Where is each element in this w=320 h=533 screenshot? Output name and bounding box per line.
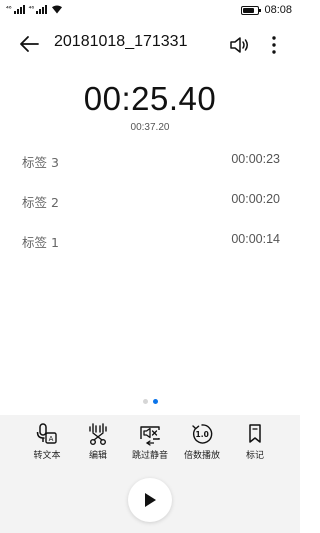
status-right: 08:08 [241,4,292,16]
toolbar: A 转文本 编辑 跳过静音 1.0 倍数播放 标记 [0,421,300,471]
bookmark-icon [249,424,261,443]
page-dot-active[interactable] [152,399,158,404]
signal-strength-icon [13,4,25,14]
signal-strength-icon-2 [36,4,48,14]
page-dot[interactable] [142,399,148,404]
speaker-button[interactable] [228,35,250,55]
toolbar-label: 标记 [245,451,264,461]
status-signals: ⁴⁶ ⁴⁶ [6,4,63,14]
scissors-edit-icon [89,423,107,446]
toolbar-label: 倍数播放 [183,451,220,461]
mark-time: 00:00:14 [231,232,280,246]
speech-to-text-button[interactable]: A 转文本 [19,421,75,461]
mark-time: 00:00:23 [231,152,280,166]
bookmark-button[interactable]: 标记 [227,421,283,461]
mark-time: 00:00:20 [231,192,280,206]
toolbar-label: 跳过静音 [131,451,168,461]
svg-text:A: A [49,435,54,443]
total-duration: 00:37.20 [130,122,170,133]
status-bar: ⁴⁶ ⁴⁶ 08:08 [0,0,300,22]
current-playback-time: 00:25.40 [83,80,217,117]
wifi-icon [52,5,63,14]
network-type-label: ⁴⁶ [6,5,12,13]
mark-row[interactable]: 标签 1 00:00:14 [0,226,300,266]
more-vertical-icon [272,36,276,54]
arrow-left-icon [20,36,39,52]
marks-list: 标签 3 00:00:23 标签 2 00:00:20 标签 1 00:00:1… [0,146,300,266]
speech-to-text-icon: A [36,423,57,444]
mark-row[interactable]: 标签 2 00:00:20 [0,186,300,226]
network-type-label-2: ⁴⁶ [28,5,35,13]
page-indicator [0,399,300,404]
battery-icon [241,5,262,15]
mark-row[interactable]: 标签 3 00:00:23 [0,146,300,186]
svg-text:1.0: 1.0 [196,430,209,439]
toolbar-label: 转文本 [33,451,61,461]
mark-label: 标签 1 [22,235,59,250]
skip-silence-button[interactable]: 跳过静音 [122,421,178,461]
mark-label: 标签 2 [22,195,59,210]
app-header: 20181018_171331 [0,28,300,60]
mark-label: 标签 3 [22,155,59,170]
play-icon [145,493,156,507]
edit-button[interactable]: 编辑 [70,421,126,461]
back-button[interactable] [18,34,40,54]
play-button[interactable] [128,478,172,522]
battery-fill [243,7,255,13]
speaker-icon [230,37,248,53]
more-options-button[interactable] [266,34,282,56]
skip-silence-icon [140,426,160,446]
toolbar-label: 编辑 [88,451,107,461]
clock: 08:08 [264,4,292,16]
playback-speed-button[interactable]: 1.0 倍数播放 [174,421,230,461]
recording-title: 20181018_171331 [54,33,188,50]
playback-speed-icon: 1.0 [192,424,213,444]
